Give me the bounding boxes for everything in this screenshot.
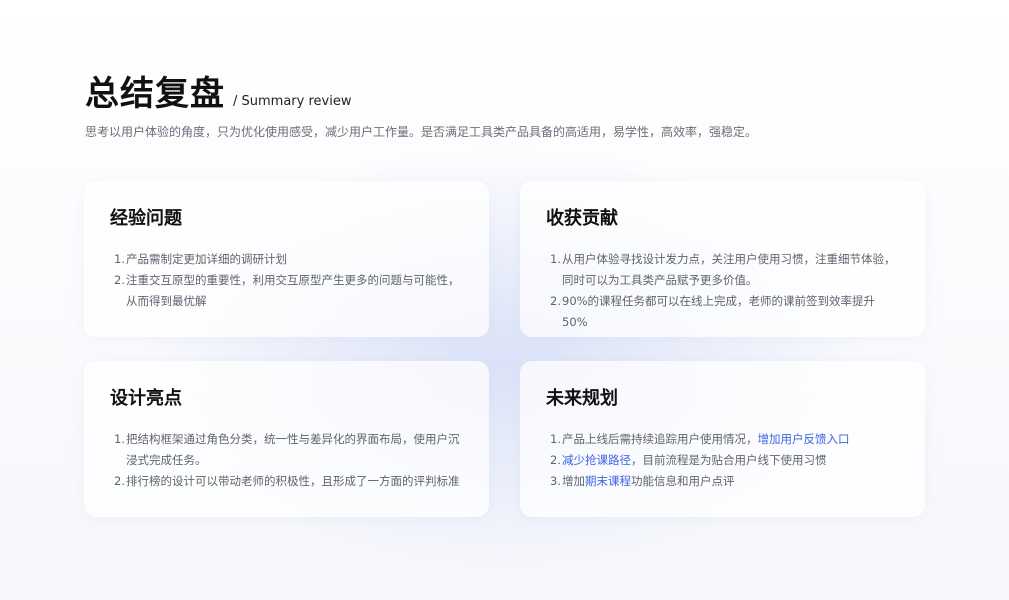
list-item: 1. 产品需制定更加详细的调研计划 xyxy=(110,249,463,270)
list-item: 2. 注重交互原型的重要性，利用交互原型产生更多的问题与可能性，从而得到最优解 xyxy=(110,270,463,312)
list-text: 增加 xyxy=(562,474,585,488)
card-design: 设计亮点 1. 把结构框架通过角色分类，统一性与差异化的界面布局，使用户沉浸式完… xyxy=(84,361,489,517)
page-title: 总结复盘 xyxy=(85,74,225,114)
list-text: 排行榜的设计可以带动老师的积极性，且形成了一方面的评判标准 xyxy=(126,474,460,488)
card-title: 设计亮点 xyxy=(110,388,182,409)
list-number: 1. xyxy=(114,252,125,266)
list-item: 2. 减少抢课路径，目前流程是为贴合用户线下使用习惯 xyxy=(546,450,899,471)
card-title: 经验问题 xyxy=(110,208,182,229)
highlight-text: 期末课程 xyxy=(585,474,631,488)
card-list: 1. 从用户体验寻找设计发力点，关注用户使用习惯，注重细节体验，同时可以为工具类… xyxy=(546,249,899,333)
list-number: 2. xyxy=(550,453,561,467)
page-description: 思考以用户体验的角度，只为优化使用感受，减少用户工作量。是否满足工具类产品具备的… xyxy=(85,125,758,139)
list-item: 1. 从用户体验寻找设计发力点，关注用户使用习惯，注重细节体验，同时可以为工具类… xyxy=(546,249,899,291)
highlight-text: 增加用户反馈入口 xyxy=(757,432,850,446)
list-text: ，目前流程是为贴合用户线下使用习惯 xyxy=(631,453,827,467)
card-list: 1. 把结构框架通过角色分类，统一性与差异化的界面布局，使用户沉浸式完成任务。 … xyxy=(110,429,463,492)
card-harvest: 收获贡献 1. 从用户体验寻找设计发力点，关注用户使用习惯，注重细节体验，同时可… xyxy=(520,181,925,337)
list-number: 1. xyxy=(550,252,561,266)
list-text: 90%的课程任务都可以在线上完成，老师的课前签到效率提升50% xyxy=(562,294,876,329)
card-title: 未来规划 xyxy=(546,388,618,409)
list-text: 产品需制定更加详细的调研计划 xyxy=(126,252,287,266)
list-number: 1. xyxy=(550,432,561,446)
list-text: 从用户体验寻找设计发力点，关注用户使用习惯，注重细节体验，同时可以为工具类产品赋… xyxy=(562,252,896,287)
card-list: 1. 产品上线后需持续追踪用户使用情况，增加用户反馈入口 2. 减少抢课路径，目… xyxy=(546,429,899,492)
title-row: 总结复盘 / Summary review xyxy=(85,66,351,115)
list-item: 3. 增加期末课程功能信息和用户点评 xyxy=(546,471,899,492)
card-future: 未来规划 1. 产品上线后需持续追踪用户使用情况，增加用户反馈入口 2. 减少抢… xyxy=(520,361,925,517)
list-number: 3. xyxy=(550,474,561,488)
card-list: 1. 产品需制定更加详细的调研计划 2. 注重交互原型的重要性，利用交互原型产生… xyxy=(110,249,463,312)
list-text: 把结构框架通过角色分类，统一性与差异化的界面布局，使用户沉浸式完成任务。 xyxy=(126,432,460,467)
card-experience: 经验问题 1. 产品需制定更加详细的调研计划 2. 注重交互原型的重要性，利用交… xyxy=(84,181,489,337)
summary-page: 总结复盘 / Summary review 思考以用户体验的角度，只为优化使用感… xyxy=(0,0,1009,600)
page-subtitle: / Summary review xyxy=(233,94,352,109)
list-item: 2. 排行榜的设计可以带动老师的积极性，且形成了一方面的评判标准 xyxy=(110,471,463,492)
list-text: 注重交互原型的重要性，利用交互原型产生更多的问题与可能性，从而得到最优解 xyxy=(126,273,460,308)
list-item: 2. 90%的课程任务都可以在线上完成，老师的课前签到效率提升50% xyxy=(546,291,899,333)
list-item: 1. 产品上线后需持续追踪用户使用情况，增加用户反馈入口 xyxy=(546,429,899,450)
list-number: 2. xyxy=(114,273,125,287)
list-number: 2. xyxy=(550,294,561,308)
list-text: 功能信息和用户点评 xyxy=(631,474,735,488)
highlight-text: 减少抢课路径 xyxy=(562,453,631,467)
list-number: 2. xyxy=(114,474,125,488)
list-item: 1. 把结构框架通过角色分类，统一性与差异化的界面布局，使用户沉浸式完成任务。 xyxy=(110,429,463,471)
card-title: 收获贡献 xyxy=(546,208,618,229)
list-number: 1. xyxy=(114,432,125,446)
list-text: 产品上线后需持续追踪用户使用情况， xyxy=(562,432,758,446)
